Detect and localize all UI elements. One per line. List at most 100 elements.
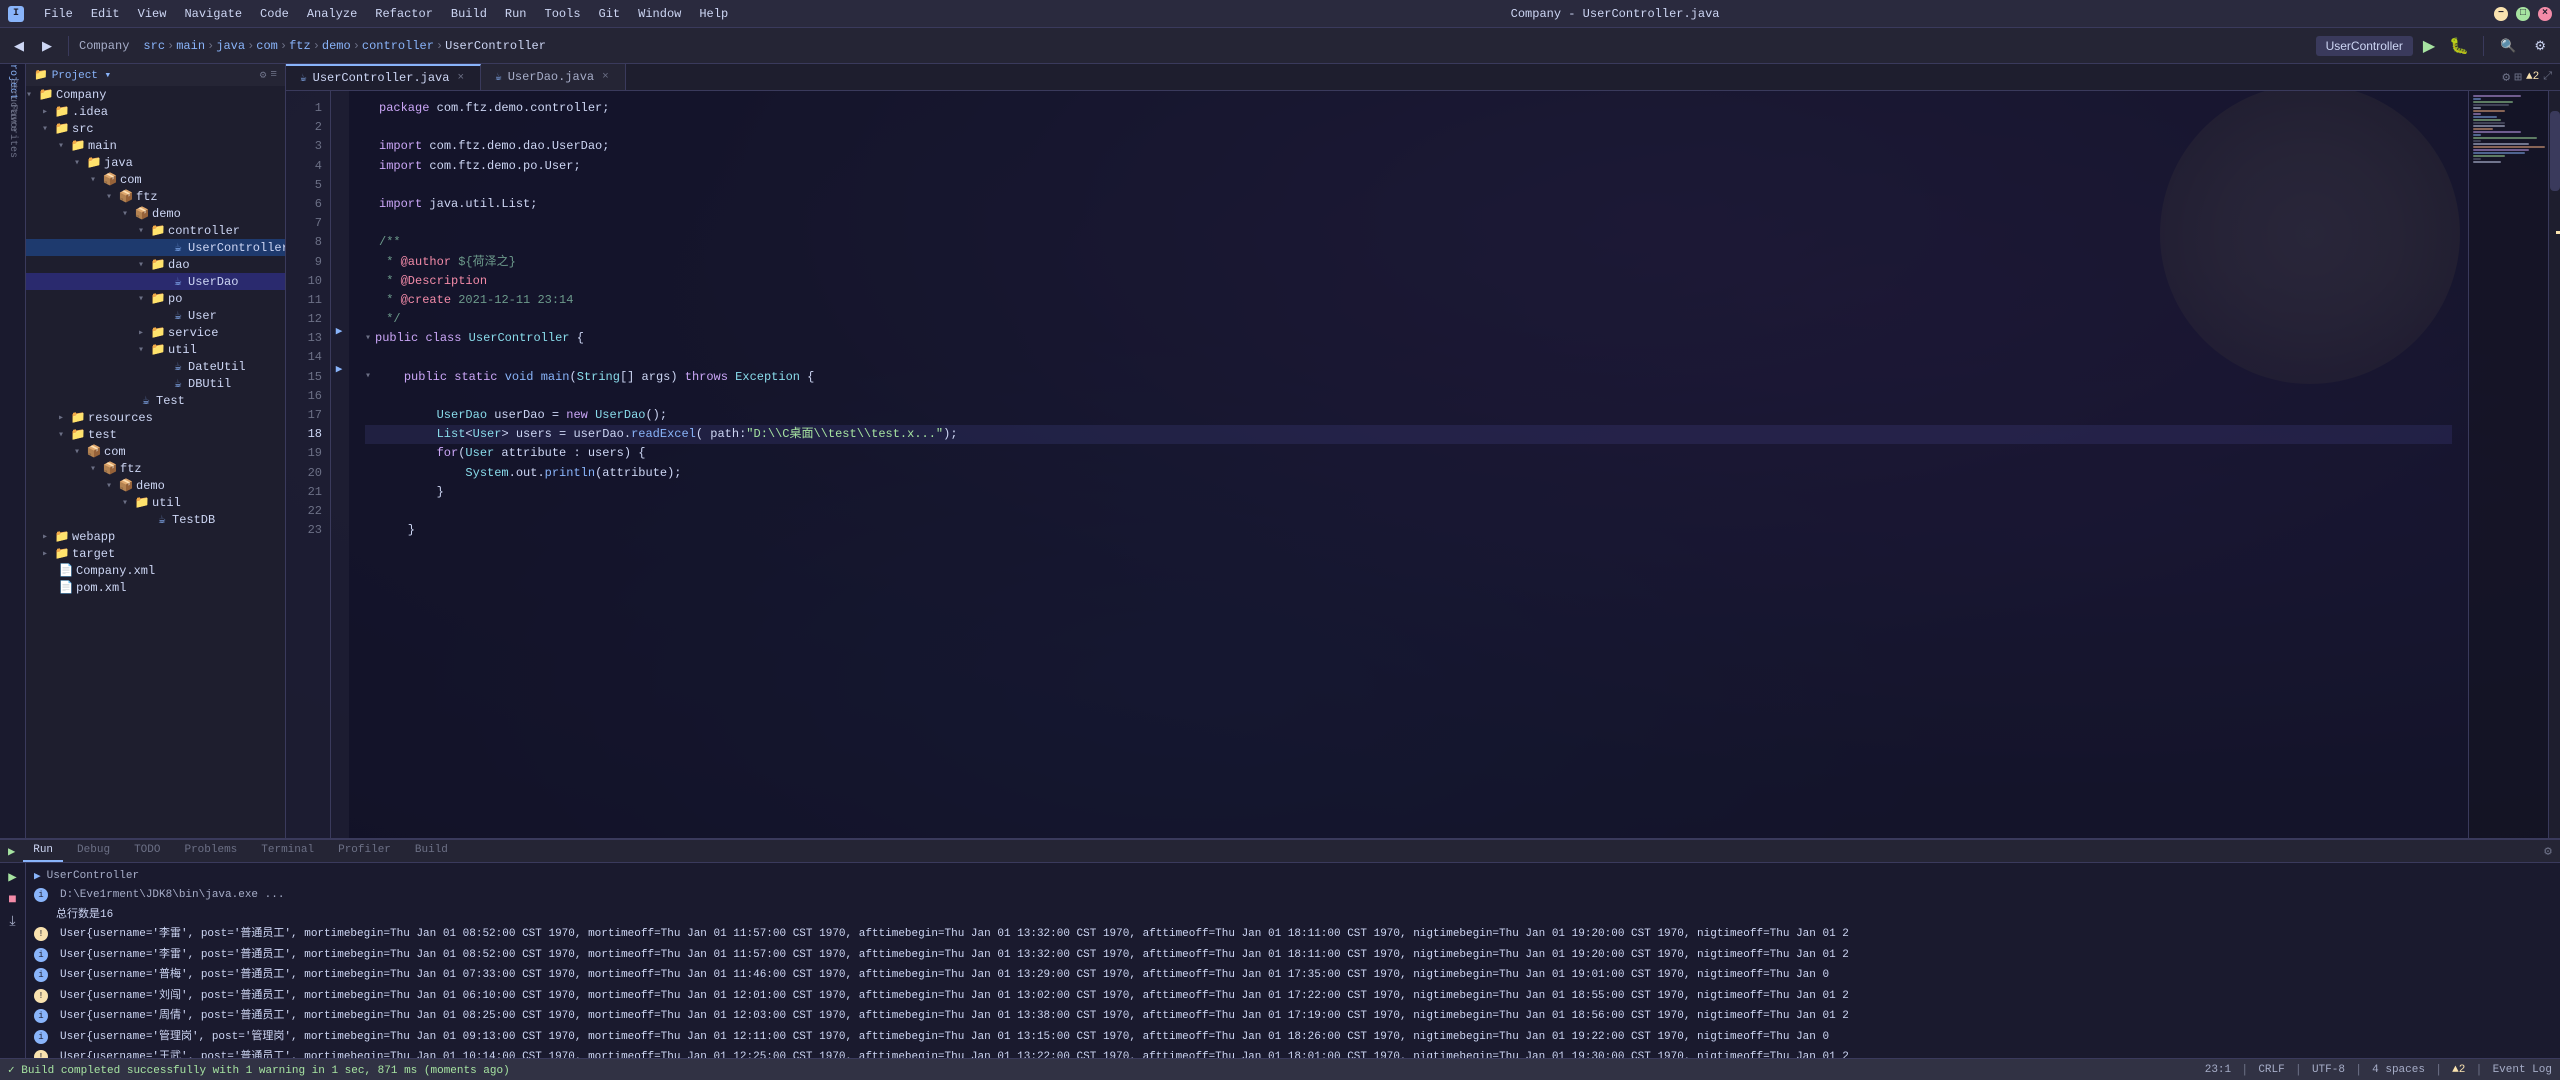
menu-git[interactable]: Git	[591, 5, 629, 23]
encoding[interactable]: CRLF	[2258, 1064, 2284, 1076]
tree-collapse[interactable]: ≡	[270, 69, 277, 81]
tab-terminal[interactable]: Terminal	[251, 840, 324, 862]
tree-item-controller[interactable]: ▾📁controller	[26, 222, 285, 239]
rerun-button[interactable]: ▶	[6, 867, 18, 888]
line-num-14: 14	[286, 348, 330, 367]
scrollbar-thumb[interactable]	[2550, 111, 2560, 191]
tree-item-testdb[interactable]: ☕TestDB	[26, 511, 285, 528]
close-button[interactable]: ×	[2538, 7, 2552, 21]
code-line-22	[365, 502, 2452, 521]
warning-count[interactable]: ▲2	[2452, 1064, 2465, 1076]
tree-item-ftz[interactable]: ▾📦ftz	[26, 460, 285, 477]
tab-todo[interactable]: TODO	[124, 840, 170, 862]
maximize-button[interactable]: □	[2516, 7, 2530, 21]
tree-item-ftz[interactable]: ▾📦ftz	[26, 188, 285, 205]
bc-com[interactable]: com	[256, 39, 278, 53]
tree-item-user[interactable]: ☕User	[26, 307, 285, 324]
tab-userdao[interactable]: ☕ UserDao.java ×	[481, 64, 626, 90]
tree-item-company[interactable]: ▾📁Company	[26, 86, 285, 103]
tree-item-demo[interactable]: ▾📦demo	[26, 205, 285, 222]
toolbar-back[interactable]: ◀	[8, 35, 30, 57]
tab-profiler[interactable]: Profiler	[328, 840, 401, 862]
tab-close-usercontroller[interactable]: ×	[455, 72, 466, 84]
tab-layout[interactable]: ⊞	[2514, 70, 2522, 85]
bc-demo[interactable]: demo	[322, 39, 351, 53]
toolbar-right: UserController ▶ 🐛 🔍 ⚙	[2316, 34, 2552, 58]
bc-main[interactable]: main	[176, 39, 205, 53]
side-favorites[interactable]: Favorites	[2, 120, 24, 142]
tree-item-_idea[interactable]: ▸📁.idea	[26, 103, 285, 120]
charset[interactable]: UTF-8	[2312, 1064, 2345, 1076]
tree-item-resources[interactable]: ▸📁resources	[26, 409, 285, 426]
tree-item-src[interactable]: ▾📁src	[26, 120, 285, 137]
indent[interactable]: 4 spaces	[2372, 1064, 2425, 1076]
line-col[interactable]: 23:1	[2205, 1064, 2231, 1076]
menu-build[interactable]: Build	[443, 5, 495, 23]
menu-code[interactable]: Code	[252, 5, 297, 23]
menu-view[interactable]: View	[130, 5, 175, 23]
tree-item-demo[interactable]: ▾📦demo	[26, 477, 285, 494]
tree-item-util[interactable]: ▾📁util	[26, 341, 285, 358]
tree-item-po[interactable]: ▾📁po	[26, 290, 285, 307]
tree-item-dateutil[interactable]: ☕DateUtil	[26, 358, 285, 375]
tree-item-com[interactable]: ▾📦com	[26, 443, 285, 460]
tree-item-dao[interactable]: ▾📁dao	[26, 256, 285, 273]
bc-ftz[interactable]: ftz	[289, 39, 311, 53]
run-config-selector[interactable]: UserController	[2316, 36, 2413, 56]
toolbar-forward[interactable]: ▶	[36, 35, 58, 57]
tree-item-main[interactable]: ▾📁main	[26, 137, 285, 154]
menu-file[interactable]: File	[36, 5, 81, 23]
tree-item-com[interactable]: ▾📦com	[26, 171, 285, 188]
run-button[interactable]: ▶	[2419, 34, 2439, 58]
menu-edit[interactable]: Edit	[83, 5, 128, 23]
tree-item-java[interactable]: ▾📁java	[26, 154, 285, 171]
expand-icon[interactable]: ⤢	[2543, 71, 2552, 83]
bottom-settings[interactable]: ⚙	[2544, 844, 2552, 859]
menu-help[interactable]: Help	[691, 5, 736, 23]
tree-item-test[interactable]: ▾📁test	[26, 426, 285, 443]
scroll-to-end[interactable]: ⤓	[7, 912, 17, 932]
tree-item-usercontroller[interactable]: ☕UserController	[26, 239, 285, 256]
tab-run[interactable]: Run	[23, 840, 63, 862]
status-bar: ✓ Build completed successfully with 1 wa…	[0, 1058, 2560, 1080]
tab-close-userdao[interactable]: ×	[600, 71, 611, 83]
event-log[interactable]: Event Log	[2493, 1064, 2552, 1076]
tree-item-target[interactable]: ▸📁target	[26, 545, 285, 562]
bc-src[interactable]: src	[143, 39, 165, 53]
code-line-15: ▾ public static void main(String[] args)…	[365, 368, 2452, 387]
minimize-button[interactable]: −	[2494, 7, 2508, 21]
menu-refactor[interactable]: Refactor	[367, 5, 441, 23]
menu-window[interactable]: Window	[630, 5, 689, 23]
bc-java[interactable]: java	[216, 39, 245, 53]
tree-item-userdao[interactable]: ☕UserDao	[26, 273, 285, 290]
tree-item-pom_xml[interactable]: 📄pom.xml	[26, 579, 285, 596]
tab-settings[interactable]: ⚙	[2502, 70, 2510, 85]
tree-item-dbutil[interactable]: ☕DBUtil	[26, 375, 285, 392]
code-editor[interactable]: package com.ftz.demo.controller; import …	[349, 91, 2468, 838]
search-button[interactable]: 🔍	[2494, 35, 2522, 57]
tree-item-company_xml[interactable]: 📄Company.xml	[26, 562, 285, 579]
tab-problems[interactable]: Problems	[174, 840, 247, 862]
bc-usercontroller[interactable]: UserController	[445, 39, 546, 53]
editor-scrollbar[interactable]	[2548, 91, 2560, 838]
code-line-23: }	[365, 521, 2452, 540]
tab-debug[interactable]: Debug	[67, 840, 120, 862]
bc-controller[interactable]: controller	[362, 39, 434, 53]
gutter-13: ▶	[331, 321, 349, 340]
settings-button[interactable]: ⚙	[2528, 35, 2552, 57]
tree-item-service[interactable]: ▸📁service	[26, 324, 285, 341]
tab-usercontroller[interactable]: ☕ UserController.java ×	[286, 64, 481, 90]
console-row-2: i User{username='普梅', post='普通员工', morti…	[26, 965, 2560, 986]
stop-button[interactable]: ■	[6, 890, 18, 910]
menu-analyze[interactable]: Analyze	[299, 5, 365, 23]
tree-item-util[interactable]: ▾📁util	[26, 494, 285, 511]
menu-tools[interactable]: Tools	[537, 5, 589, 23]
debug-button[interactable]: 🐛	[2445, 34, 2473, 58]
code-line-21: }	[365, 483, 2452, 502]
tree-settings[interactable]: ⚙	[260, 68, 267, 82]
menu-run[interactable]: Run	[497, 5, 535, 23]
tab-build[interactable]: Build	[405, 840, 458, 862]
tree-item-webapp[interactable]: ▸📁webapp	[26, 528, 285, 545]
menu-navigate[interactable]: Navigate	[176, 5, 250, 23]
tree-item-test[interactable]: ☕Test	[26, 392, 285, 409]
